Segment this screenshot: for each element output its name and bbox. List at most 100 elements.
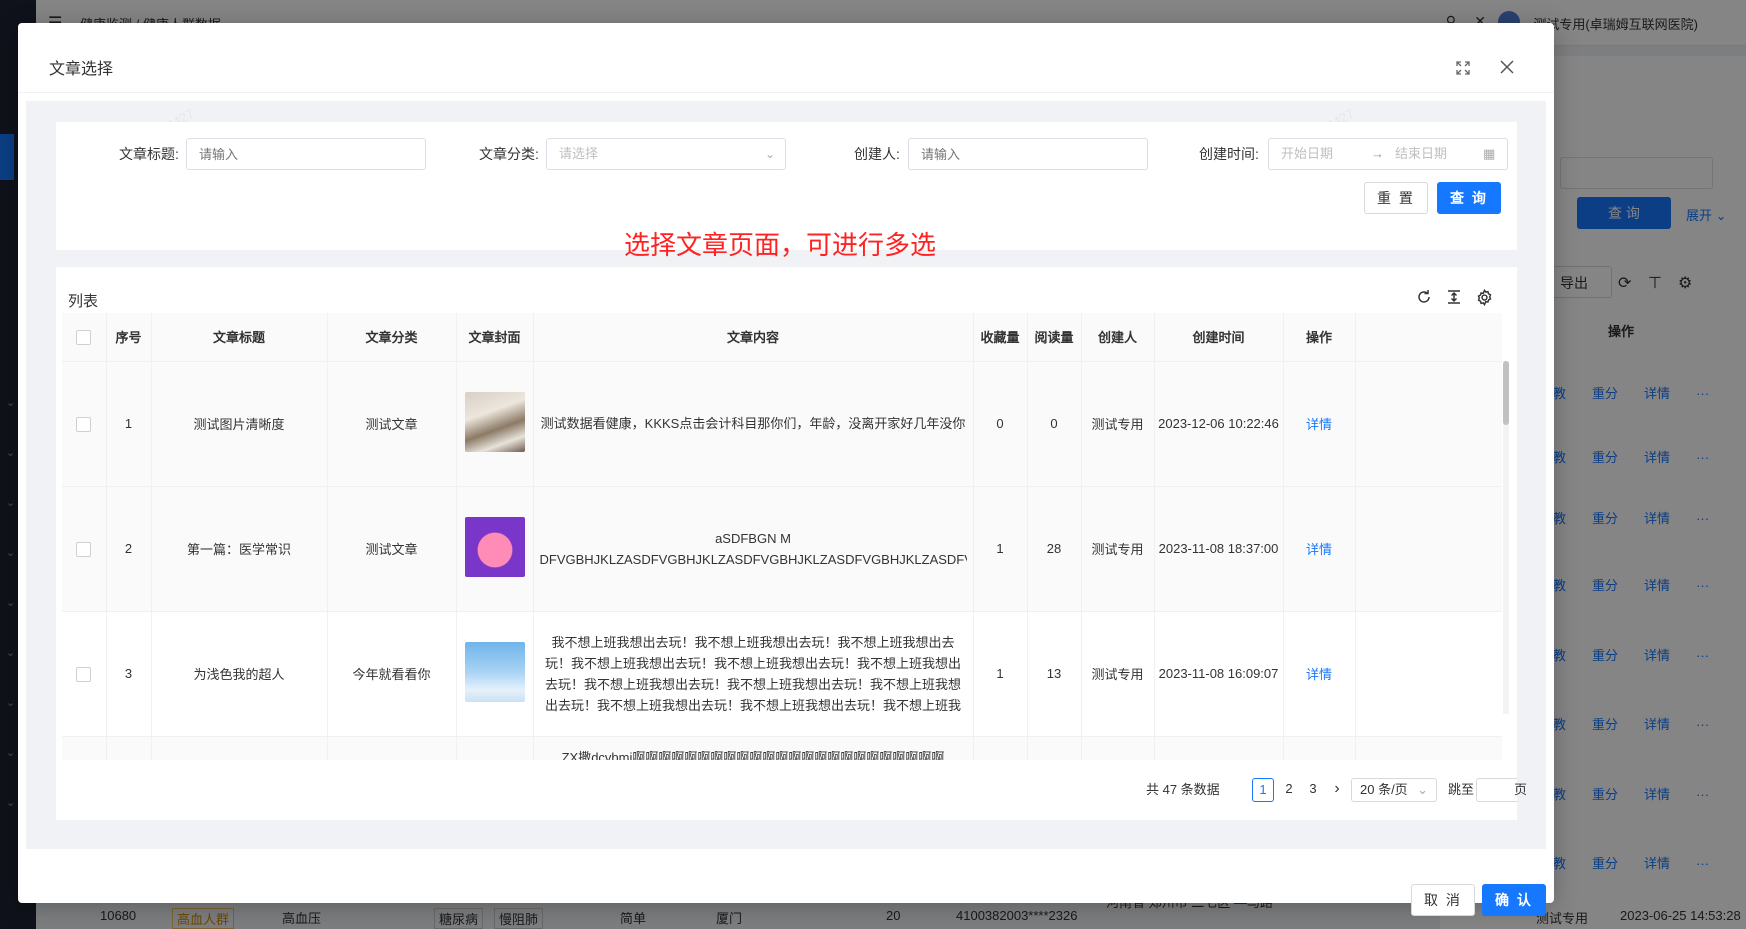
- row-content: 我不想上班我想出去玩！我不想上班我想出去玩！我不想上班我想出去玩！我不想上班我想…: [544, 634, 961, 713]
- row-cover-cell: [456, 611, 534, 737]
- gear-icon[interactable]: [1474, 287, 1494, 307]
- row-content: ZX撒dcvbmj啊啊啊啊啊啊啊啊啊啊啊啊啊啊啊啊啊啊啊啊啊啊啊啊: [561, 749, 945, 761]
- row-content: 测试数据看健康，KKKS点击会计科目那你们，年龄，没离开家好几年没你: [533, 361, 974, 487]
- column-header[interactable]: 阅读量: [1027, 313, 1082, 362]
- time-filter-label: 创建时间:: [1199, 146, 1259, 162]
- refresh-icon[interactable]: [1414, 287, 1434, 307]
- modal-header: 文章选择: [18, 23, 1554, 93]
- row-reads: 0: [1027, 361, 1082, 487]
- category-filter-label: 文章分类:: [479, 146, 539, 162]
- column-header[interactable]: 序号: [106, 313, 152, 362]
- calendar-icon: ▦: [1483, 146, 1496, 161]
- reset-button[interactable]: 重 置: [1364, 182, 1428, 214]
- row-reads: [1027, 736, 1082, 760]
- shoes-image: [464, 392, 525, 452]
- row-checkbox[interactable]: [76, 416, 92, 432]
- end-date-placeholder: 结束日期: [1395, 146, 1448, 161]
- row-index: 1: [106, 361, 152, 487]
- title-filter-input[interactable]: [186, 138, 426, 170]
- page-size-select[interactable]: 20 条/页 ⌄: [1351, 778, 1437, 802]
- row-cover-cell: [456, 361, 534, 487]
- title-filter-label: 文章标题:: [119, 146, 179, 162]
- table-scrollbar[interactable]: [1503, 361, 1509, 714]
- page-2-button[interactable]: 2: [1278, 778, 1300, 802]
- page-1-button[interactable]: 1: [1252, 778, 1274, 802]
- row-cover-cell: [456, 736, 534, 760]
- row-spacer: [1355, 611, 1502, 737]
- table-row[interactable]: 1 测试图片清晰度 测试文章 测试数据看健康，KKKS点击会计科目那你们，年龄，…: [62, 361, 1502, 487]
- next-page-icon[interactable]: ›: [1326, 778, 1348, 802]
- article-table: 序号 文章标题 文章分类 文章封面 文章内容 收藏量 阅读量 创建人 创建时间 …: [62, 313, 1502, 760]
- detail-link[interactable]: 详情: [1306, 417, 1332, 432]
- detail-link[interactable]: 详情: [1306, 667, 1332, 682]
- fullscreen-icon[interactable]: [1452, 57, 1474, 79]
- column-header[interactable]: 创建时间: [1154, 313, 1284, 362]
- row-reads: 28: [1027, 486, 1082, 612]
- row-title: [151, 736, 328, 760]
- detail-link[interactable]: 详情: [1306, 542, 1332, 557]
- category-select[interactable]: 请选择 ⌄: [546, 138, 786, 170]
- cancel-button[interactable]: 取 消: [1411, 884, 1475, 916]
- pagination-total: 共 47 条数据: [1146, 782, 1220, 797]
- column-header[interactable]: 文章封面: [456, 313, 534, 362]
- arrow-right-icon: →: [1371, 146, 1384, 161]
- row-favorites: 1: [973, 486, 1028, 612]
- row-content-line: aSDFBGN M: [715, 530, 791, 546]
- column-header[interactable]: 创建人: [1081, 313, 1155, 362]
- jump-input[interactable]: [1476, 778, 1517, 802]
- jump-suffix: 页: [1514, 782, 1528, 797]
- list-card: 列表 序号 文章标题 文章分类 文章封面 文章内容 收藏量 阅读量 创建人 创建…: [56, 267, 1517, 820]
- row-action-cell: [1283, 736, 1356, 760]
- row-spacer: [1355, 361, 1502, 487]
- confirm-button[interactable]: 确 认: [1482, 884, 1546, 916]
- date-range-picker[interactable]: 开始日期 → 结束日期 ▦: [1268, 138, 1508, 170]
- row-category: [327, 736, 457, 760]
- query-button[interactable]: 查 询: [1437, 182, 1501, 214]
- column-header[interactable]: 文章分类: [327, 313, 457, 362]
- row-content-line: DFVGBHJKLZASDFVGBHJKLZASDFVGBHJKLZASDFVG…: [539, 551, 967, 567]
- close-icon[interactable]: [1496, 56, 1518, 78]
- table-row[interactable]: 3 为浅色我的超人 今年就看看你 我不想上班我想出去玩！我不想上班我想出去玩！我…: [62, 611, 1502, 737]
- modal-footer: 取 消 确 认: [18, 849, 1554, 916]
- row-title: 第一篇：医学常识: [151, 486, 328, 612]
- row-creator: 测试专用: [1081, 611, 1155, 737]
- row-favorites: 0: [973, 361, 1028, 487]
- row-created: 2023-11-08 16:09:07: [1154, 611, 1284, 737]
- row-select-cell: [62, 736, 107, 760]
- row-creator: 测试专用: [1081, 486, 1155, 612]
- row-action-cell: 详情: [1283, 486, 1356, 612]
- scrollbar-thumb[interactable]: [1503, 361, 1509, 425]
- modal-body: 测试专用 14633240660427 测试专用 14633240660427 …: [26, 101, 1546, 849]
- table-row[interactable]: ZX撒dcvbmj啊啊啊啊啊啊啊啊啊啊啊啊啊啊啊啊啊啊啊啊啊啊啊啊: [62, 736, 1502, 760]
- column-header[interactable]: 收藏量: [973, 313, 1028, 362]
- row-index: [106, 736, 152, 760]
- article-select-modal: 文章选择 测试专用 14633240660427 测试专用 1463324066…: [18, 23, 1554, 916]
- column-header[interactable]: 操作: [1283, 313, 1356, 362]
- select-all-checkbox[interactable]: [76, 329, 92, 345]
- start-date-placeholder: 开始日期: [1281, 146, 1334, 161]
- row-reads: 13: [1027, 611, 1082, 737]
- patrick-image: [464, 517, 525, 577]
- row-creator: 测试专用: [1081, 361, 1155, 487]
- table-row[interactable]: 2 第一篇：医学常识 测试文章 aSDFBGN M DFVGBHJKLZASDF…: [62, 486, 1502, 612]
- chevron-down-icon: ⌄: [1417, 782, 1428, 797]
- row-index: 2: [106, 486, 152, 612]
- row-checkbox[interactable]: [76, 666, 92, 682]
- category-select-placeholder: 请选择: [559, 146, 599, 161]
- modal-title: 文章选择: [49, 61, 114, 78]
- row-cover-cell: [456, 486, 534, 612]
- row-category: 测试文章: [327, 361, 457, 487]
- row-created: [1154, 736, 1284, 760]
- column-height-icon[interactable]: [1444, 287, 1464, 307]
- list-title: 列表: [68, 293, 99, 310]
- annotation-text: 选择文章页面，可进行多选: [624, 230, 937, 260]
- column-header[interactable]: 文章标题: [151, 313, 328, 362]
- column-header[interactable]: 文章内容: [533, 313, 974, 362]
- creator-filter-input[interactable]: [908, 138, 1148, 170]
- table-header-row: 序号 文章标题 文章分类 文章封面 文章内容 收藏量 阅读量 创建人 创建时间 …: [62, 313, 1502, 362]
- row-created: 2023-11-08 18:37:00: [1154, 486, 1284, 612]
- jump-label: 跳至: [1448, 782, 1475, 797]
- chevron-down-icon: ⌄: [764, 147, 775, 161]
- row-checkbox[interactable]: [76, 541, 92, 557]
- page-3-button[interactable]: 3: [1302, 778, 1324, 802]
